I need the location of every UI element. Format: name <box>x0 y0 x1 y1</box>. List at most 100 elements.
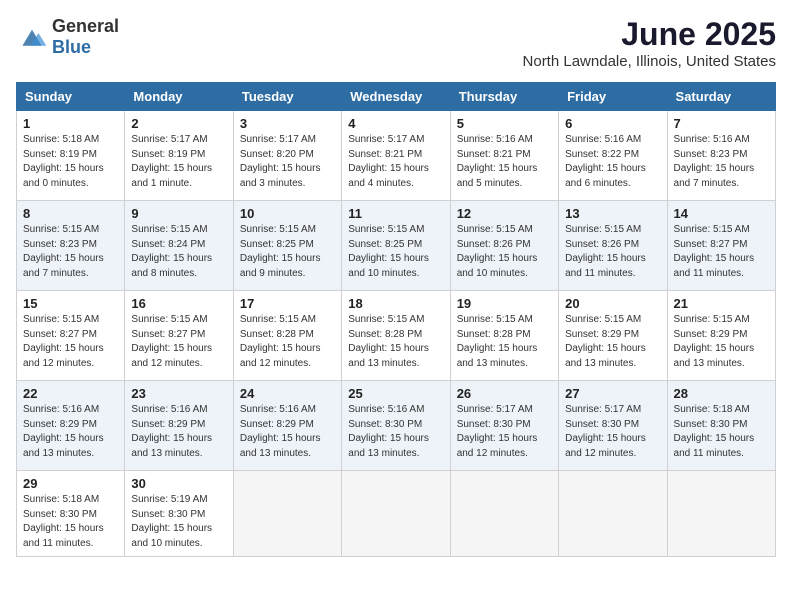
daylight-text: Daylight: 15 hours and 11 minutes. <box>23 523 104 549</box>
sunrise-text: Sunrise: 5:16 AM <box>131 404 207 415</box>
sunset-text: Sunset: 8:28 PM <box>348 329 422 340</box>
day-number: 10 <box>240 206 335 221</box>
calendar-cell: 19Sunrise: 5:15 AMSunset: 8:28 PMDayligh… <box>450 291 558 381</box>
sunrise-text: Sunrise: 5:19 AM <box>131 494 207 505</box>
daylight-text: Daylight: 15 hours and 12 minutes. <box>565 433 646 459</box>
calendar-cell: 29 Sunrise: 5:18 AMSunset: 8:30 PMDayligh… <box>17 471 125 557</box>
calendar-table: Sunday Monday Tuesday Wednesday Thursday… <box>16 82 776 557</box>
sunrise-text: Sunrise: 5:16 AM <box>565 134 641 145</box>
sunrise-text: Sunrise: 5:16 AM <box>23 404 99 415</box>
calendar-cell: 12Sunrise: 5:15 AMSunset: 8:26 PMDayligh… <box>450 201 558 291</box>
calendar-cell: 11Sunrise: 5:15 AMSunset: 8:25 PMDayligh… <box>342 201 450 291</box>
sunrise-text: Sunrise: 5:18 AM <box>23 134 99 145</box>
day-number: 7 <box>674 116 769 131</box>
sunset-text: Sunset: 8:25 PM <box>240 239 314 250</box>
calendar-subtitle: North Lawndale, Illinois, United States <box>523 53 776 70</box>
day-number: 25 <box>348 386 443 401</box>
sunrise-text: Sunrise: 5:15 AM <box>240 224 316 235</box>
day-info: Sunrise: 5:17 AMSunset: 8:19 PMDaylight:… <box>131 133 226 191</box>
calendar-cell: 2 Sunrise: 5:17 AMSunset: 8:19 PMDaylight… <box>125 111 233 201</box>
sunrise-text: Sunrise: 5:15 AM <box>23 224 99 235</box>
day-info: Sunrise: 5:18 AMSunset: 8:30 PMDaylight:… <box>23 493 118 551</box>
day-number: 24 <box>240 386 335 401</box>
col-thursday: Thursday <box>450 83 558 111</box>
calendar-cell: 16Sunrise: 5:15 AMSunset: 8:27 PMDayligh… <box>125 291 233 381</box>
sunrise-text: Sunrise: 5:16 AM <box>457 134 533 145</box>
day-number: 2 <box>131 116 226 131</box>
page-header: General Blue June 2025 North Lawndale, I… <box>16 16 776 70</box>
sunrise-text: Sunrise: 5:15 AM <box>240 314 316 325</box>
calendar-header-row: Sunday Monday Tuesday Wednesday Thursday… <box>17 83 776 111</box>
calendar-cell: 30 Sunrise: 5:19 AMSunset: 8:30 PMDayligh… <box>125 471 233 557</box>
sunset-text: Sunset: 8:30 PM <box>23 509 97 520</box>
sunset-text: Sunset: 8:21 PM <box>348 149 422 160</box>
sunset-text: Sunset: 8:26 PM <box>457 239 531 250</box>
day-number: 14 <box>674 206 769 221</box>
day-info: Sunrise: 5:15 AMSunset: 8:26 PMDaylight:… <box>565 223 660 281</box>
calendar-cell: 27Sunrise: 5:17 AMSunset: 8:30 PMDayligh… <box>559 381 667 471</box>
day-info: Sunrise: 5:17 AMSunset: 8:20 PMDaylight:… <box>240 133 335 191</box>
logo-blue: Blue <box>52 37 91 57</box>
day-number: 29 <box>23 476 118 491</box>
week-row-4: 22Sunrise: 5:16 AMSunset: 8:29 PMDayligh… <box>17 381 776 471</box>
day-info: Sunrise: 5:16 AMSunset: 8:22 PMDaylight:… <box>565 133 660 191</box>
sunrise-text: Sunrise: 5:17 AM <box>457 404 533 415</box>
logo-icon <box>16 23 48 51</box>
calendar-cell: 14 Sunrise: 5:15 AM Sunset: 8:27 PM Dayligh… <box>667 201 775 291</box>
daylight-text: Daylight: 15 hours and 6 minutes. <box>565 163 646 189</box>
day-info: Sunrise: 5:15 AM Sunset: 8:26 PM Daylight:… <box>457 223 552 281</box>
day-number: 16 <box>131 296 226 311</box>
sunset-text: Sunset: 8:30 PM <box>457 419 531 430</box>
sunrise-text: Sunrise: 5:15 AM <box>457 224 533 235</box>
calendar-cell <box>233 471 341 557</box>
day-info: Sunrise: 5:15 AMSunset: 8:29 PMDaylight:… <box>565 313 660 371</box>
day-info: Sunrise: 5:16 AMSunset: 8:30 PMDaylight:… <box>348 403 443 461</box>
sunrise-text: Sunrise: 5:16 AM <box>674 134 750 145</box>
daylight-text: Daylight: 15 hours and 10 minutes. <box>131 523 212 549</box>
daylight-text: Daylight: 15 hours and 12 minutes. <box>131 343 212 369</box>
calendar-cell: 6Sunrise: 5:16 AMSunset: 8:22 PMDaylight… <box>559 111 667 201</box>
calendar-cell: 24 Sunrise: 5:16 AMSunset: 8:29 PMDayligh… <box>233 381 341 471</box>
daylight-text: Daylight: 15 hours and 8 minutes. <box>131 253 212 279</box>
col-monday: Monday <box>125 83 233 111</box>
daylight-text: Daylight: 15 hours and 13 minutes. <box>23 433 104 459</box>
sunrise-text: Sunrise: 5:15 AM <box>131 314 207 325</box>
sunrise-text: Sunrise: 5:15 AM <box>457 314 533 325</box>
calendar-cell: 26Sunrise: 5:17 AMSunset: 8:30 PMDayligh… <box>450 381 558 471</box>
day-number: 30 <box>131 476 226 491</box>
daylight-text: Daylight: 15 hours and 4 minutes. <box>348 163 429 189</box>
daylight-text: Daylight: 15 hours and 12 minutes. <box>457 433 538 459</box>
day-number: 22 <box>23 386 118 401</box>
sunset-text: Sunset: 8:27 PM <box>674 239 748 250</box>
calendar-cell <box>450 471 558 557</box>
sunrise-text: Sunrise: 5:15 AM <box>565 314 641 325</box>
week-row-5: 29 Sunrise: 5:18 AMSunset: 8:30 PMDayligh… <box>17 471 776 557</box>
day-info: Sunrise: 5:16 AMSunset: 8:23 PMDaylight:… <box>674 133 769 191</box>
calendar-cell: 1Sunrise: 5:18 AMSunset: 8:19 PMDaylight… <box>17 111 125 201</box>
day-info: Sunrise: 5:15 AMSunset: 8:28 PMDaylight:… <box>457 313 552 371</box>
daylight-text: Daylight: 15 hours and 12 minutes. <box>240 343 321 369</box>
day-info: Sunrise: 5:16 AMSunset: 8:29 PMDaylight:… <box>240 403 335 461</box>
sunrise-text: Sunrise: 5:18 AM <box>674 404 750 415</box>
day-info: Sunrise: 5:19 AMSunset: 8:30 PMDaylight:… <box>131 493 226 551</box>
sunset-text: Sunset: 8:23 PM <box>674 149 748 160</box>
day-number: 1 <box>23 116 118 131</box>
sunrise-text: Sunrise: 5:15 AM <box>674 224 750 235</box>
day-info: Sunrise: 5:17 AM Sunset: 8:30 PM Daylight:… <box>457 403 552 461</box>
sunrise-text: Sunrise: 5:15 AM <box>674 314 750 325</box>
daylight-text: Daylight: 15 hours and 13 minutes. <box>348 343 429 369</box>
calendar-cell: 18Sunrise: 5:15 AMSunset: 8:28 PMDayligh… <box>342 291 450 381</box>
sunset-text: Sunset: 8:20 PM <box>240 149 314 160</box>
daylight-text: Daylight: 15 hours and 10 minutes. <box>457 253 538 279</box>
sunset-text: Sunset: 8:29 PM <box>674 329 748 340</box>
sunset-text: Sunset: 8:30 PM <box>674 419 748 430</box>
sunset-text: Sunset: 8:29 PM <box>240 419 314 430</box>
sunset-text: Sunset: 8:29 PM <box>565 329 639 340</box>
day-number: 3 <box>240 116 335 131</box>
sunset-text: Sunset: 8:19 PM <box>131 149 205 160</box>
sunset-text: Sunset: 8:26 PM <box>565 239 639 250</box>
daylight-text: Daylight: 15 hours and 11 minutes. <box>674 253 755 279</box>
calendar-cell: 15Sunrise: 5:15 AMSunset: 8:27 PMDayligh… <box>17 291 125 381</box>
day-info: Sunrise: 5:17 AMSunset: 8:30 PMDaylight:… <box>565 403 660 461</box>
day-info: Sunrise: 5:16 AMSunset: 8:21 PMDaylight:… <box>457 133 552 191</box>
